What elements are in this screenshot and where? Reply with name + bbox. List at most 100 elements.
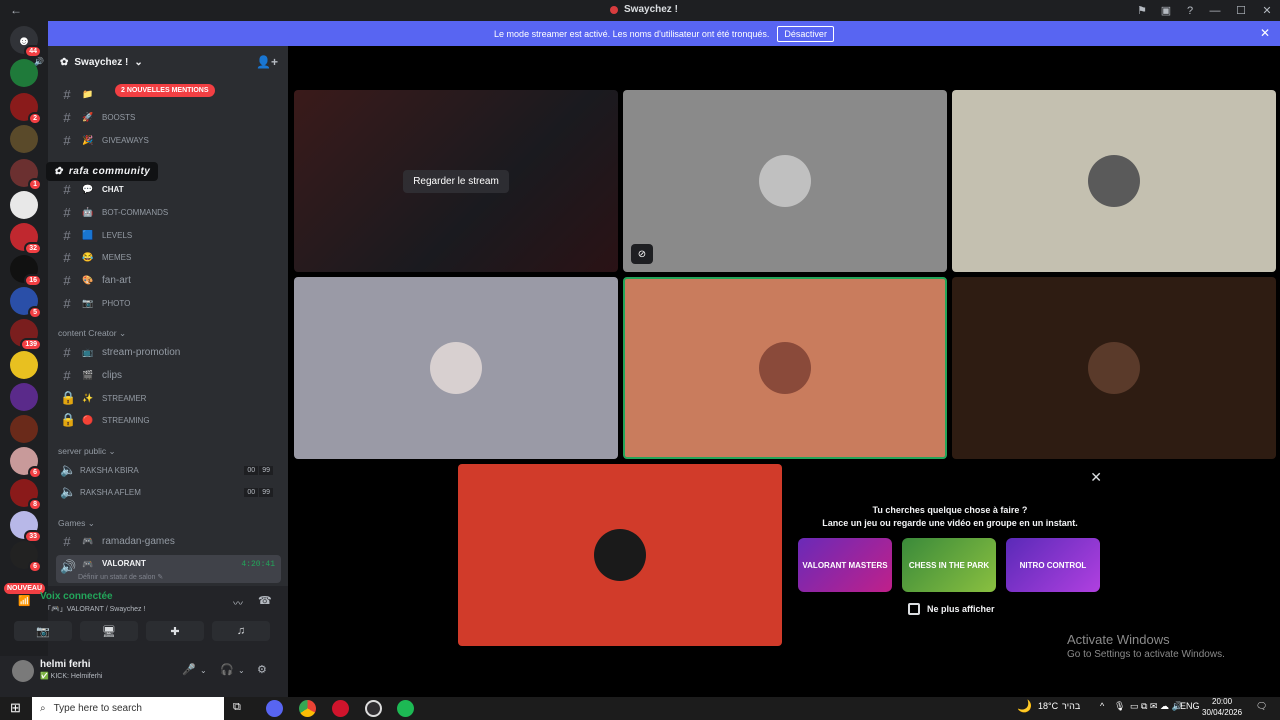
obs-app-icon[interactable] [365, 700, 382, 717]
voice-channel-selected[interactable]: 🔊 🎮 VALORANT 4:20:41 Définir un statut d… [56, 555, 281, 583]
participant-tile[interactable] [952, 277, 1276, 459]
server-icon[interactable]: 2 [10, 93, 42, 125]
disable-streamer-button[interactable]: Désactiver [777, 25, 834, 42]
noise-suppression-icon[interactable]: 〰 [233, 595, 243, 610]
channel-name: RAKSHA KBIRA [80, 465, 139, 475]
banner-close-icon[interactable]: ✕ [1260, 26, 1270, 40]
server-icon[interactable]: 6 [10, 541, 42, 573]
channel-item[interactable]: # 🚀 BOOSTS [56, 107, 281, 127]
weather-temp[interactable]: 18°C [1038, 701, 1058, 711]
server-icon[interactable]: 1 [10, 159, 42, 191]
game-card[interactable]: VALORANT MASTERS [798, 538, 892, 592]
server-icon[interactable]: 8 [10, 479, 42, 511]
inbox-icon[interactable]: ▣ [1154, 0, 1178, 21]
tray-app-icons[interactable]: ▭ ⧉ ✉ ☁ 🔊 [1130, 701, 1183, 712]
server-icon[interactable]: 139 [10, 319, 42, 351]
server-icon[interactable]: 🔊 [10, 57, 44, 87]
bookmark-icon[interactable]: ⚑ [1130, 0, 1154, 21]
server-icon[interactable] [10, 415, 38, 443]
windows-start-icon[interactable]: ⊞ [10, 700, 21, 716]
hash-icon: # [63, 181, 71, 197]
chrome-app-icon[interactable] [299, 700, 316, 717]
maximize-button[interactable]: ☐ [1228, 0, 1254, 21]
activities-button[interactable]: ✚ [146, 621, 204, 641]
participant-tile[interactable] [458, 464, 782, 646]
back-arrow-icon[interactable]: ← [10, 3, 22, 17]
server-icon[interactable]: 5 [10, 287, 42, 319]
screen-share-button[interactable]: 🖥 [80, 621, 138, 641]
channel-item[interactable]: 🔒 🔴 STREAMING [56, 410, 281, 430]
server-badge: 6 [28, 466, 42, 479]
game-card[interactable]: NITRO CONTROL [1006, 538, 1100, 592]
dont-show-checkbox[interactable]: Ne plus afficher [908, 603, 995, 615]
headphones-icon[interactable]: 🎧 [220, 663, 234, 676]
language-indicator[interactable]: ENG [1180, 701, 1200, 711]
mentions-pill[interactable]: 2 NOUVELLES MENTIONS [115, 84, 215, 97]
guild-header[interactable]: ✿ Swaychez ! ⌄ 👤+ [48, 46, 288, 78]
channel-item[interactable]: # 🎉 GIVEAWAYS [56, 130, 281, 150]
participant-tile[interactable]: ⊘ [623, 90, 947, 272]
tray-chevron-icon[interactable]: ^ [1100, 701, 1104, 711]
voice-status[interactable]: Voix connectée [40, 591, 113, 602]
minimize-button[interactable]: — [1202, 0, 1228, 21]
category-header[interactable]: server public ⌄ [58, 446, 116, 457]
taskbar-search[interactable]: ⌕ Type here to search [32, 697, 224, 720]
discord-app-icon[interactable] [266, 700, 283, 717]
voice-channel-item[interactable]: 🔈 RAKSHA KBIRA 00 99 [56, 460, 281, 480]
gear-icon[interactable]: ⚙ [257, 663, 267, 676]
microphone-icon[interactable]: 🎤 [182, 663, 196, 676]
stream-tile[interactable]: Regarder le stream [294, 90, 618, 272]
server-icon[interactable] [10, 351, 38, 379]
server-icon[interactable]: 6 [10, 447, 42, 479]
user-count: 00 [244, 465, 259, 475]
channel-emoji: 🔴 [82, 414, 94, 425]
clock-date[interactable]: 30/04/2026 [1202, 708, 1242, 717]
server-icon[interactable]: 32 [10, 223, 42, 255]
server-icon[interactable]: 16 [10, 255, 42, 287]
watch-stream-button[interactable]: Regarder le stream [403, 169, 509, 193]
channel-item[interactable]: # 😂 MEMES [56, 247, 281, 267]
server-icon[interactable] [10, 383, 38, 411]
disconnect-icon[interactable]: ☎ [258, 594, 272, 607]
soundboard-button[interactable]: ♫ [212, 621, 270, 641]
channel-item[interactable]: # 🤖 BOT-COMMANDS [56, 202, 281, 222]
chevron-down-icon[interactable]: ⌄ [238, 666, 245, 675]
clock-time[interactable]: 20:00 [1212, 697, 1232, 706]
channel-item[interactable]: # 🟦 LEVELS [56, 225, 281, 245]
camera-off-button[interactable]: 📷 [14, 621, 72, 641]
channel-item[interactable]: # 🎨 fan-art [56, 270, 281, 290]
help-icon[interactable]: ? [1178, 0, 1202, 21]
participant-tile[interactable] [952, 90, 1276, 272]
invite-icon[interactable]: 👤+ [256, 55, 278, 69]
close-window-button[interactable]: ✕ [1254, 0, 1280, 21]
channel-item[interactable]: # 📺 stream-promotion [56, 342, 281, 362]
server-icon[interactable] [10, 191, 38, 219]
watermark-title: Activate Windows [1067, 632, 1170, 647]
user-limit: 00 99 [244, 465, 273, 475]
tray-mic-icon: 🎙 [1114, 701, 1126, 711]
avatar[interactable] [12, 660, 34, 682]
participant-tile-speaking[interactable] [623, 277, 947, 459]
home-button[interactable]: ☻ 44 [10, 26, 42, 58]
channel-item[interactable]: # 📷 PHOTO [56, 293, 281, 313]
channel-item[interactable]: # 🎬 clips [56, 365, 281, 385]
server-icon[interactable]: 33 [10, 511, 42, 543]
user-max: 99 [259, 465, 273, 475]
notifications-icon[interactable]: 🗨 [1256, 701, 1267, 712]
game-name: CHESS IN THE PARK [908, 560, 990, 570]
close-icon[interactable]: ✕ [1090, 469, 1102, 486]
category-header[interactable]: Games ⌄ [58, 518, 95, 529]
server-icon[interactable] [10, 125, 38, 153]
channel-status-hint[interactable]: Définir un statut de salon ✎ [78, 573, 163, 581]
voice-channel-item[interactable]: 🔈 RAKSHA AFLEM 00 99 [56, 482, 281, 502]
participant-tile[interactable] [294, 277, 618, 459]
spotify-app-icon[interactable] [397, 700, 414, 717]
game-card[interactable]: CHESS IN THE PARK [902, 538, 996, 592]
channel-item[interactable]: # 💬 CHAT [56, 179, 281, 199]
channel-item[interactable]: # 🎮 ramadan-games [56, 531, 281, 551]
chevron-down-icon[interactable]: ⌄ [200, 666, 207, 675]
category-header[interactable]: content Creator ⌄ [58, 328, 126, 339]
task-view-icon[interactable]: ⧉ [233, 701, 241, 714]
channel-item[interactable]: 🔒 ✨ STREAMER [56, 388, 281, 408]
opera-app-icon[interactable] [332, 700, 349, 717]
